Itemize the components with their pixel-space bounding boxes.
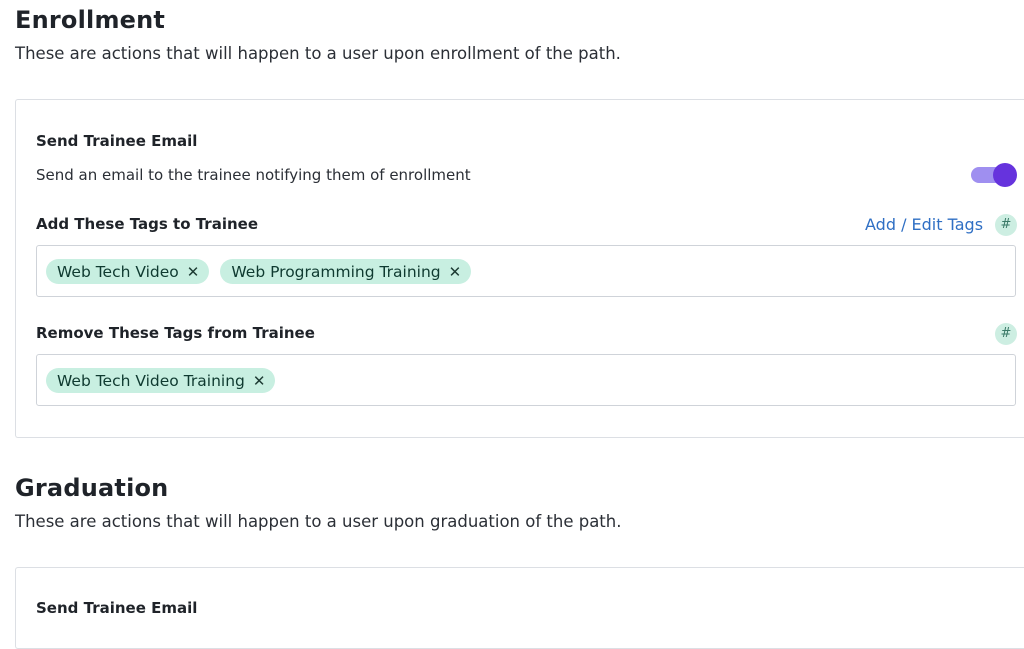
remove-tag-icon[interactable]: ✕: [187, 263, 200, 281]
hash-icon[interactable]: #: [995, 323, 1017, 345]
remove-tag-icon[interactable]: ✕: [253, 372, 266, 390]
remove-tags-label: Remove These Tags from Trainee: [36, 324, 315, 342]
tag-label: Web Programming Training: [231, 262, 441, 281]
remove-tags-list: Web Tech Video Training ✕: [46, 368, 276, 393]
graduation-send-trainee-email-label: Send Trainee Email: [36, 599, 198, 617]
add-tags-list: Web Tech Video ✕ Web Programming Trainin…: [46, 259, 472, 284]
add-edit-tags-link[interactable]: Add / Edit Tags: [865, 215, 983, 234]
tag-chip: Web Tech Video ✕: [46, 259, 210, 284]
graduation-description: These are actions that will happen to a …: [15, 512, 622, 531]
enrollment-title: Enrollment: [15, 6, 166, 34]
remove-tag-icon[interactable]: ✕: [449, 263, 462, 281]
tag-label: Web Tech Video: [57, 262, 179, 281]
tag-chip: Web Tech Video Training ✕: [46, 368, 276, 393]
add-tags-label: Add These Tags to Trainee: [36, 215, 258, 233]
hash-icon[interactable]: #: [995, 214, 1017, 236]
enrollment-card: Send Trainee Email Send an email to the …: [15, 99, 1024, 438]
enrollment-description: These are actions that will happen to a …: [15, 44, 621, 63]
tag-chip: Web Programming Training ✕: [220, 259, 472, 284]
send-trainee-email-description: Send an email to the trainee notifying t…: [36, 166, 471, 184]
toggle-knob: [993, 163, 1017, 187]
graduation-title: Graduation: [15, 474, 169, 502]
tag-label: Web Tech Video Training: [57, 371, 245, 390]
add-tags-input[interactable]: Web Tech Video ✕ Web Programming Trainin…: [36, 245, 1016, 297]
send-trainee-email-label: Send Trainee Email: [36, 132, 198, 150]
graduation-card: Send Trainee Email: [15, 567, 1024, 649]
remove-tags-input[interactable]: Web Tech Video Training ✕: [36, 354, 1016, 406]
send-trainee-email-toggle[interactable]: [971, 163, 1017, 187]
